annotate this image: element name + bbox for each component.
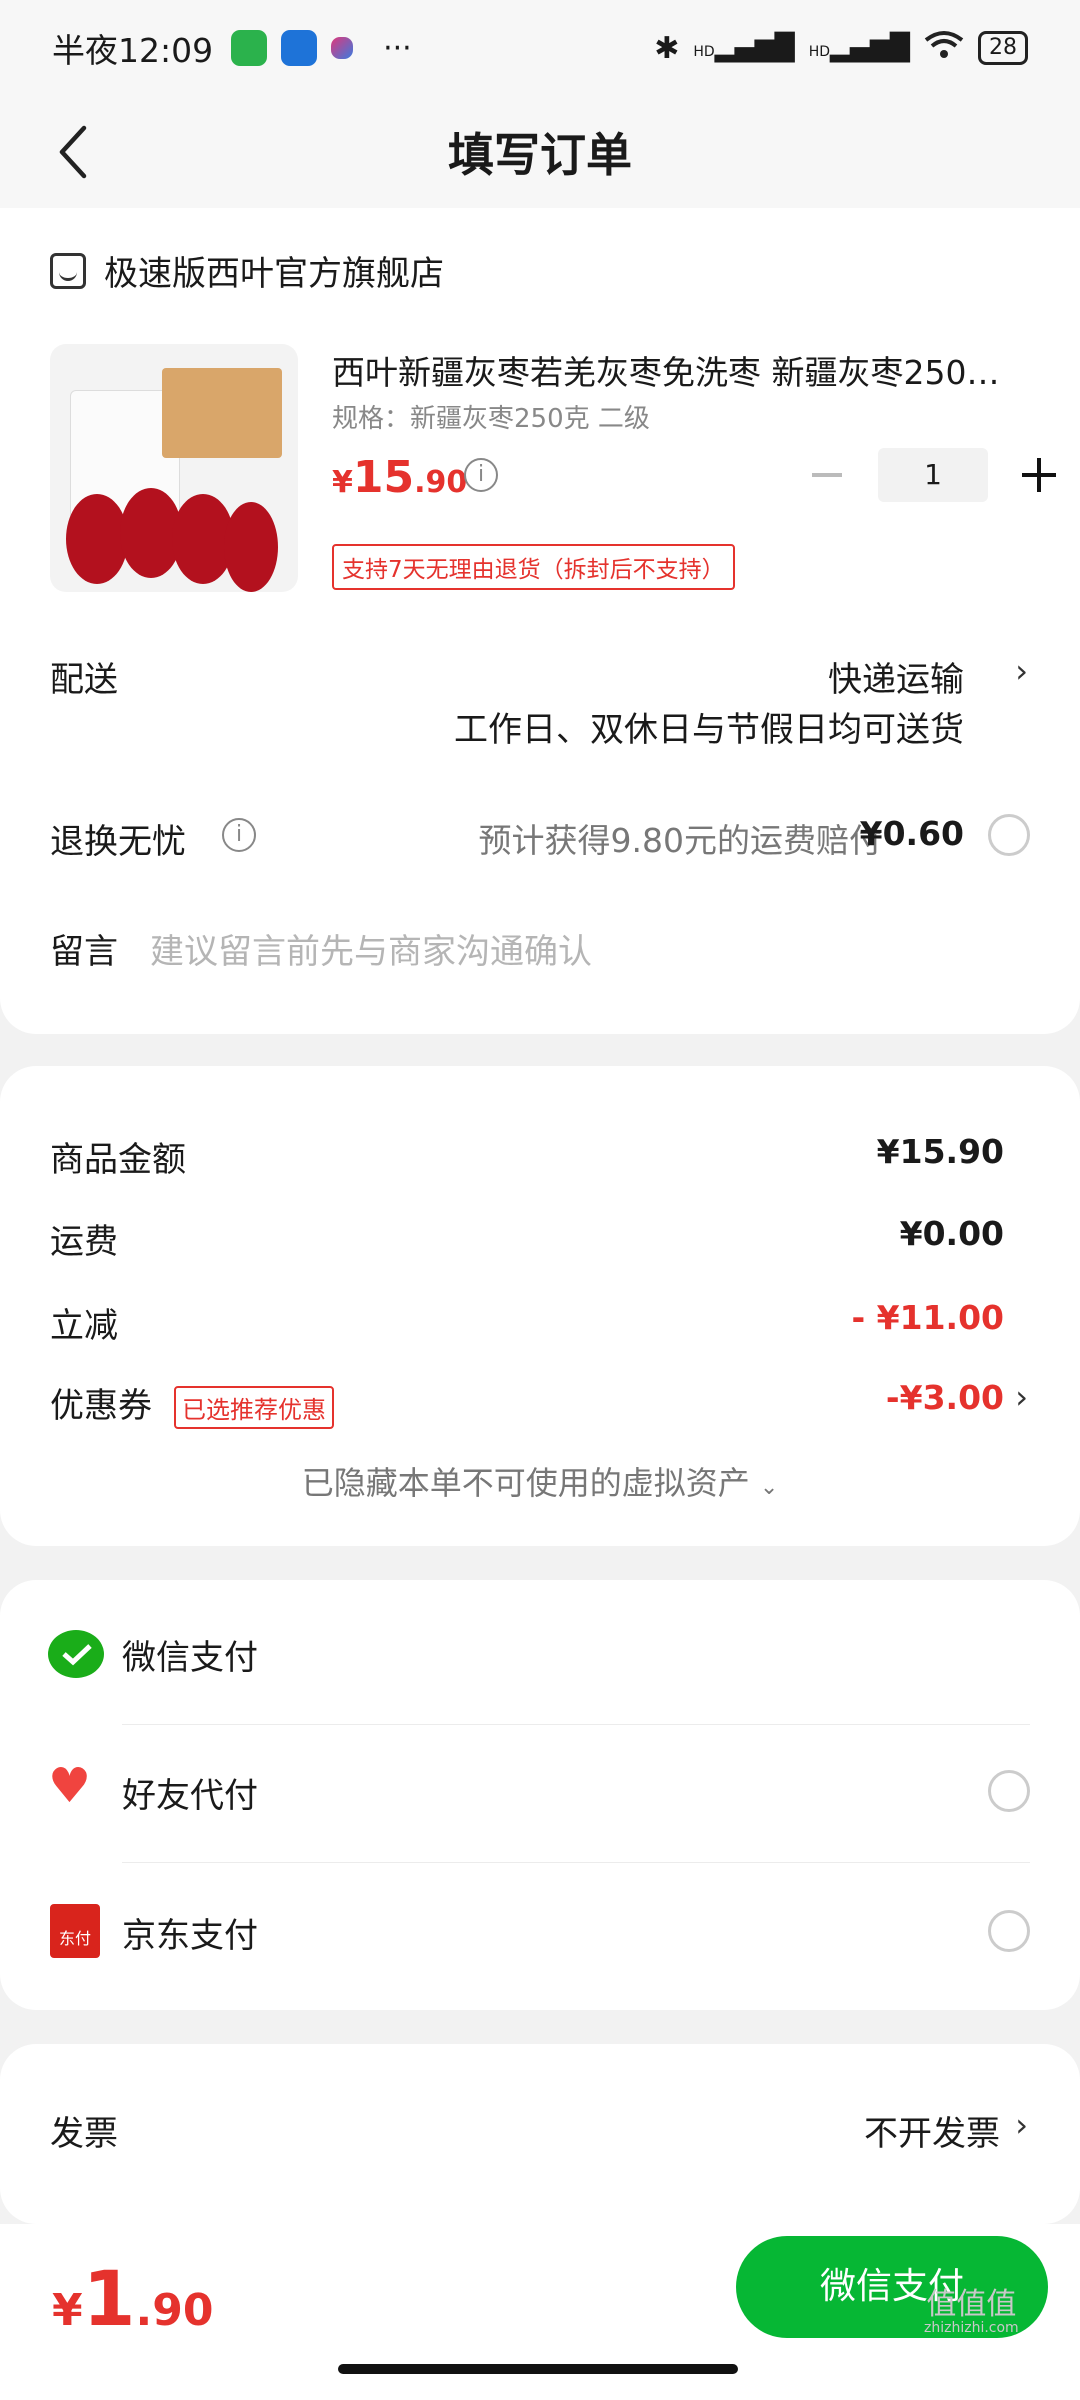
watermark-sub: zhizhizhi.com: [924, 2320, 1019, 2336]
jd-pay-icon-text: 东付: [58, 1929, 91, 1948]
payment-methods-card: 微信支付 ♥ 好友代付 东付 京东支付: [0, 1580, 1080, 2010]
message-label: 留言: [50, 932, 118, 972]
total-decimal: .90: [135, 2285, 214, 2336]
watermark-text: 值值值: [926, 2287, 1017, 2322]
signal-icon: HD▂▄▆█: [693, 33, 795, 63]
return-insurance-label: 退换无忧: [50, 822, 186, 862]
price-summary-card: 商品金额 ¥15.90 运费 ¥0.00 立减 - ¥11.00 优惠券 已选推…: [0, 1066, 1080, 1546]
chevron-left-icon: [59, 125, 87, 179]
home-indicator[interactable]: [338, 2364, 738, 2374]
app-notification-icon: [281, 30, 318, 66]
jd-pay-icon: 东付: [50, 1904, 100, 1958]
quantity-stepper: 1: [812, 448, 1056, 502]
date-fruit: [224, 502, 278, 592]
hidden-assets-text: 已隐藏本单不可使用的虚拟资产: [301, 1464, 750, 1502]
product-box: [162, 368, 282, 458]
quantity-input[interactable]: 1: [878, 448, 988, 502]
total-price: ¥ 1 .90: [52, 2254, 213, 2343]
goods-amount-value: ¥15.90: [876, 1132, 1004, 1171]
battery-icon: 28: [978, 31, 1028, 65]
store-icon: [50, 252, 86, 289]
app-notification-icon: [331, 37, 354, 59]
return-policy-badge: 支持7天无理由退货（拆封后不支持）: [332, 544, 735, 590]
hidden-assets-toggle[interactable]: 已隐藏本单不可使用的虚拟资产 ⌄: [0, 1458, 1080, 1504]
return-insurance-radio[interactable]: [988, 814, 1030, 856]
date-fruit: [66, 494, 128, 584]
delivery-label: 配送: [50, 660, 118, 700]
shipping-fee-label: 运费: [50, 1222, 118, 1262]
delivery-note: 工作日、双休日与节假日均可送货: [454, 710, 964, 750]
total-integer: 1: [82, 2254, 136, 2343]
shipping-fee-value: ¥0.00: [899, 1214, 1004, 1253]
price-decimal: .90: [414, 465, 468, 500]
total-symbol: ¥: [52, 2285, 83, 2336]
payment-option-jd[interactable]: 东付 京东支付: [0, 1862, 1080, 2002]
chevron-right-icon[interactable]: ›: [1015, 1378, 1028, 1416]
status-bar: 半夜12:09 ··· ✱ HD▂▄▆█ HD▂▄▆█ 28: [0, 0, 1080, 96]
coupon-label: 优惠券: [50, 1386, 152, 1426]
payment-label: 京东支付: [122, 1916, 258, 1956]
payment-option-friend[interactable]: ♥ 好友代付: [0, 1724, 1080, 1860]
goods-amount-label: 商品金额: [50, 1140, 186, 1180]
product-spec[interactable]: 规格：新疆灰枣250克 二级: [332, 398, 650, 435]
page-title: 填写订单: [448, 128, 632, 182]
product-title[interactable]: 西叶新疆灰枣若羌灰枣免洗枣 新疆灰枣250克 二级: [332, 346, 1032, 394]
price-info-icon[interactable]: i: [464, 458, 498, 492]
increase-quantity-button[interactable]: [1022, 458, 1056, 492]
coupon-value[interactable]: -¥3.00: [886, 1378, 1004, 1417]
return-insurance-price: ¥0.60: [859, 814, 964, 853]
status-time: 半夜12:09: [52, 31, 214, 70]
wifi-icon: [924, 30, 964, 67]
invoice-value[interactable]: 不开发票: [864, 2106, 1000, 2155]
chevron-right-icon[interactable]: ›: [1015, 652, 1028, 690]
instant-discount-value: - ¥11.00: [851, 1298, 1004, 1337]
nav-bar: 填写订单: [0, 96, 1080, 208]
product-price: ¥ 15 .90: [332, 452, 467, 503]
return-insurance-desc: 预计获得9.80元的运费赔付: [478, 821, 882, 860]
chevron-right-icon[interactable]: ›: [1015, 2106, 1028, 2144]
checkout-bar: ¥ 1 .90 微信支付 值值值 zhizhizhi.com: [0, 2224, 1080, 2400]
coupon-badge: 已选推荐优惠: [174, 1386, 334, 1429]
instant-discount-label: 立减: [50, 1306, 118, 1346]
signal-icon: HD▂▄▆█: [808, 33, 910, 63]
chevron-down-icon: ⌄: [759, 1475, 779, 1500]
price-integer: 15: [352, 452, 415, 503]
payment-option-wechat[interactable]: 微信支付: [0, 1580, 1080, 1720]
watermark: 值值值 zhizhizhi.com: [924, 2288, 1019, 2336]
store-name: 极速版西叶官方旗舰店: [104, 254, 444, 294]
info-icon[interactable]: i: [222, 818, 256, 852]
status-icons: ✱ HD▂▄▆█ HD▂▄▆█ 28: [654, 30, 1028, 67]
invoice-label: 发票: [50, 2114, 118, 2154]
more-notifications-icon: ···: [383, 30, 412, 66]
price-symbol: ¥: [332, 465, 353, 500]
app-notification-icon: [231, 30, 268, 66]
payment-label: 好友代付: [122, 1776, 258, 1816]
payment-label: 微信支付: [122, 1638, 258, 1678]
payment-radio[interactable]: [988, 1770, 1030, 1812]
decrease-quantity-button[interactable]: [812, 473, 842, 477]
message-input[interactable]: 建议留言前先与商家沟通确认: [150, 924, 592, 973]
bluetooth-icon: ✱: [654, 30, 680, 66]
order-info-card: 极速版西叶官方旗舰店 西叶新疆灰枣若羌灰枣免洗枣 新疆灰枣250克 二级 规格：…: [0, 208, 1080, 1034]
payment-radio[interactable]: [988, 1910, 1030, 1952]
store-row[interactable]: 极速版西叶官方旗舰店: [50, 246, 444, 295]
delivery-method[interactable]: 快递运输: [828, 652, 964, 701]
product-image[interactable]: [50, 344, 298, 592]
wechat-pay-icon: [48, 1630, 104, 1678]
heart-icon: ♥: [48, 1758, 92, 1814]
invoice-card[interactable]: 发票 不开发票 ›: [0, 2044, 1080, 2224]
back-button[interactable]: [52, 120, 112, 184]
